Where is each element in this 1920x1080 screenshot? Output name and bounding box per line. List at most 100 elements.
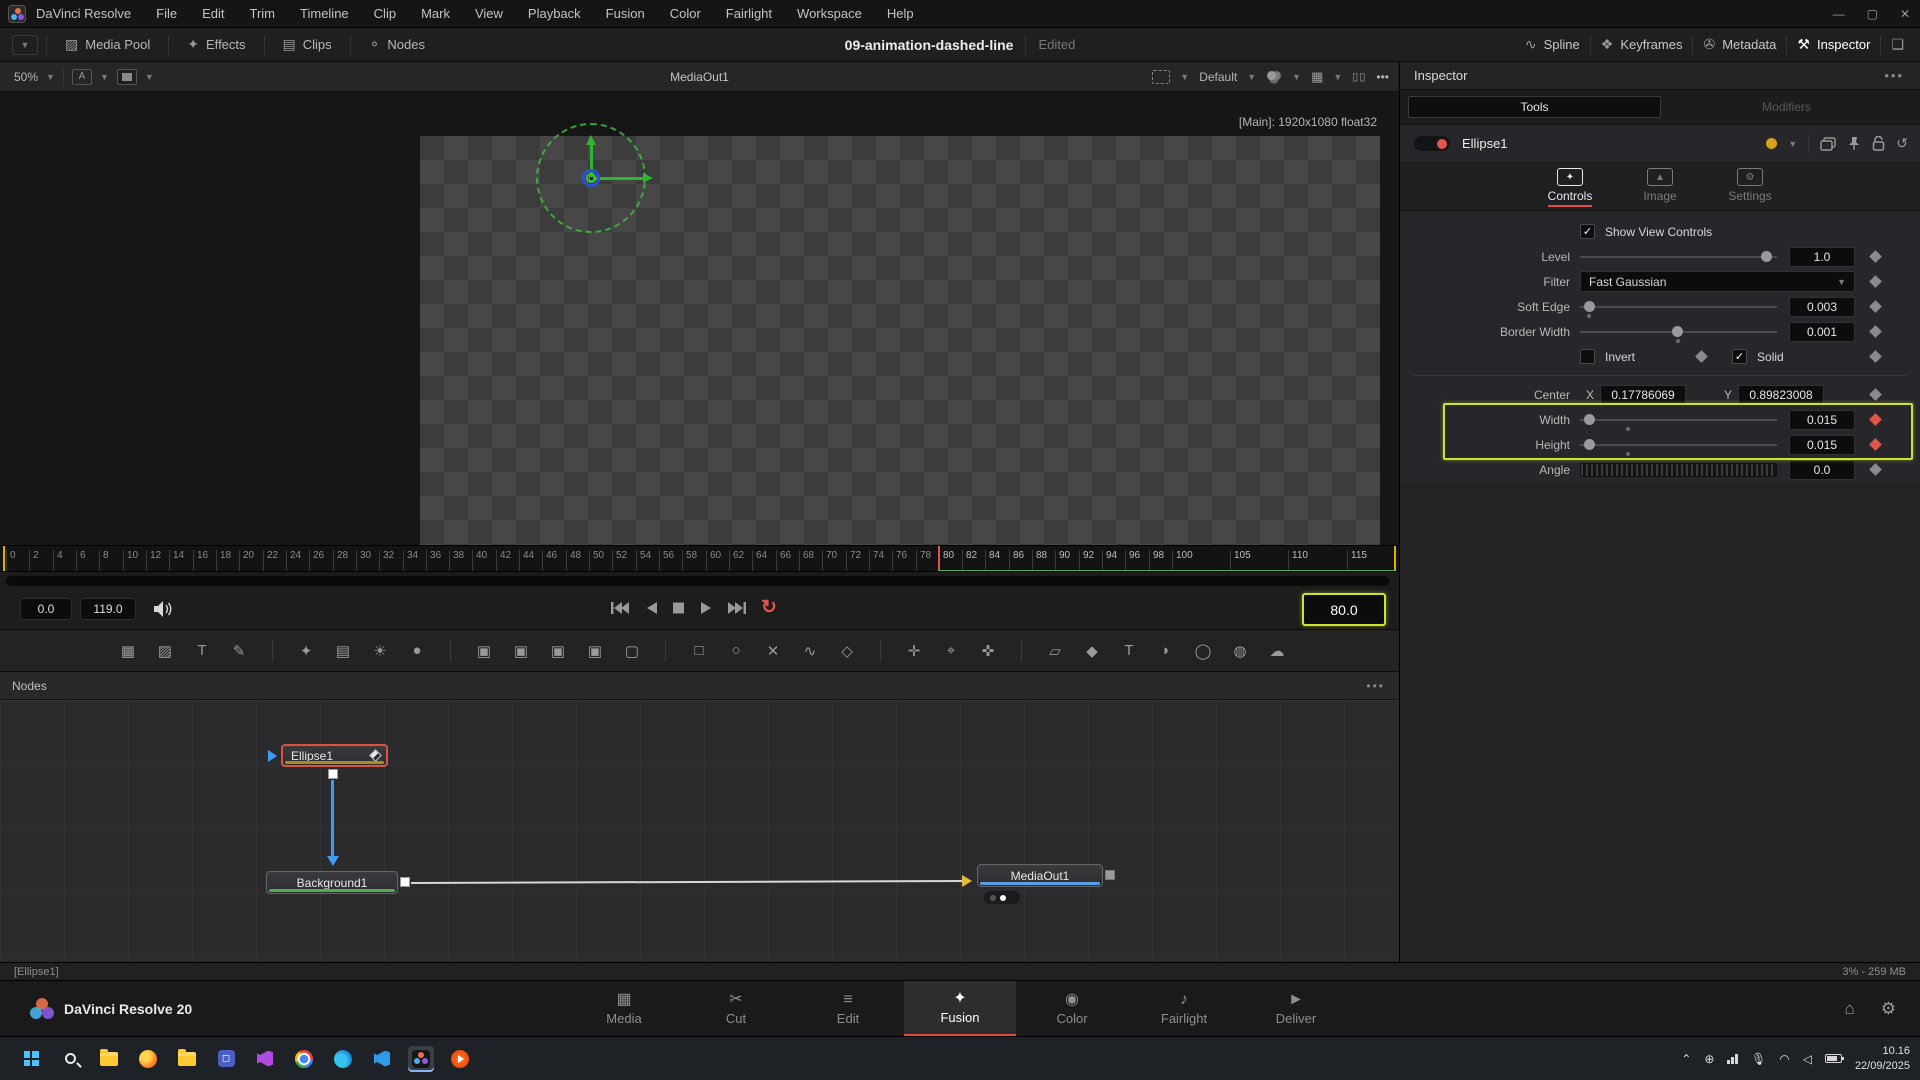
tool-icon[interactable]: ✜	[978, 642, 998, 660]
width-keyframe-icon[interactable]	[1869, 413, 1882, 426]
tool-icon[interactable]: T	[1119, 642, 1139, 659]
angle-thumbwheel[interactable]	[1580, 463, 1777, 477]
tool-icon[interactable]: ▣	[585, 642, 605, 660]
lut-select[interactable]: Default	[1199, 70, 1237, 84]
node-mediaout1[interactable]: MediaOut1	[977, 864, 1103, 887]
soft-edge-keyframe-icon[interactable]	[1869, 300, 1882, 313]
tool-icon[interactable]: ○	[726, 642, 746, 659]
menu-item[interactable]: Fairlight	[726, 6, 772, 21]
tool-icon[interactable]: ▣	[548, 642, 568, 660]
solid-checkbox[interactable]: ✓	[1732, 349, 1747, 364]
subtab-settings[interactable]: ⚙ Settings	[1718, 168, 1782, 210]
lock-icon[interactable]	[1872, 136, 1885, 151]
border-width-value-field[interactable]: 0.001	[1789, 322, 1855, 342]
show-view-controls-checkbox[interactable]: ✓	[1580, 224, 1595, 239]
clips-button[interactable]: ▤Clips	[273, 36, 342, 53]
tool-icon[interactable]: □	[689, 642, 709, 659]
page-tab-color[interactable]: ◉Color	[1016, 981, 1128, 1036]
go-to-last-frame-button[interactable]	[727, 600, 747, 616]
tool-icon[interactable]: ✦	[296, 642, 316, 660]
tool-icon[interactable]: T	[192, 642, 212, 659]
play-button[interactable]	[699, 600, 713, 616]
tab-tools[interactable]: Tools	[1408, 96, 1661, 118]
file-explorer-icon[interactable]	[96, 1046, 122, 1072]
page-tab-edit[interactable]: ≡Edit	[792, 981, 904, 1036]
nodes-panel-options-icon[interactable]: •••	[1366, 679, 1385, 693]
connection-background1-mediaout1[interactable]	[411, 880, 967, 884]
center-x-field[interactable]: 0.17786069	[1600, 385, 1686, 405]
chevron-down-icon[interactable]: ▼	[1788, 139, 1797, 149]
tool-icon[interactable]: ▦	[118, 642, 138, 660]
tool-icon[interactable]: ◇	[837, 642, 857, 660]
audio-mute-icon[interactable]	[152, 600, 172, 618]
tool-icon[interactable]: ✎	[229, 642, 249, 660]
metadata-button[interactable]: ✇Metadata	[1693, 36, 1786, 53]
close-icon[interactable]: ✕	[1900, 7, 1910, 21]
tray-mic-icon[interactable]: 🎙︎	[1751, 1052, 1766, 1066]
app-icon-colored[interactable]	[252, 1046, 278, 1072]
viewer-options-icon[interactable]: •••	[1376, 70, 1389, 84]
edge-icon[interactable]	[330, 1046, 356, 1072]
width-slider[interactable]	[1580, 419, 1777, 421]
minimize-icon[interactable]: —	[1833, 7, 1845, 21]
menu-item[interactable]: Trim	[250, 6, 276, 21]
width-value-field[interactable]: 0.015	[1789, 410, 1855, 430]
menu-item[interactable]: Clip	[374, 6, 396, 21]
tool-icon[interactable]: ∿	[800, 642, 820, 660]
tray-volume-icon[interactable]: ◁	[1803, 1052, 1812, 1066]
davinci-resolve-taskbar-icon[interactable]	[408, 1046, 434, 1072]
mediaout1-output-port[interactable]	[1105, 870, 1115, 880]
range-start-field[interactable]: 0.0	[20, 598, 72, 620]
inspector-options-icon[interactable]: •••	[1884, 68, 1904, 83]
menu-item[interactable]: View	[475, 6, 503, 21]
panel-expand-button[interactable]: ▼	[12, 35, 38, 55]
chrome-icon[interactable]	[291, 1046, 317, 1072]
tool-icon[interactable]: ☁	[1267, 642, 1287, 660]
mail-app-icon[interactable]: ◻	[213, 1046, 239, 1072]
node-enable-toggle[interactable]	[1414, 136, 1450, 151]
stop-button[interactable]	[672, 600, 685, 616]
chevron-down-icon[interactable]: ▼	[1180, 72, 1189, 82]
keyframes-button[interactable]: ❖Keyframes	[1591, 36, 1693, 53]
level-slider[interactable]	[1580, 256, 1777, 258]
media-player-icon[interactable]	[447, 1046, 473, 1072]
level-keyframe-icon[interactable]	[1869, 250, 1882, 263]
background1-output-port[interactable]	[400, 877, 410, 887]
level-value-field[interactable]: 1.0	[1789, 247, 1855, 267]
menu-item[interactable]: Timeline	[300, 6, 349, 21]
solid-keyframe-icon[interactable]	[1869, 350, 1882, 363]
vscode-icon[interactable]	[369, 1046, 395, 1072]
viewer-canvas[interactable]: [Main]: 1920x1080 float32	[0, 92, 1399, 545]
tool-icon[interactable]: ⌖	[941, 642, 961, 659]
tray-network-icon[interactable]: ⊕	[1704, 1052, 1714, 1066]
height-keyframe-icon[interactable]	[1869, 438, 1882, 451]
reset-icon[interactable]: ↺	[1896, 135, 1908, 152]
tool-icon[interactable]: ▣	[511, 642, 531, 660]
soft-edge-slider[interactable]	[1580, 306, 1777, 308]
tray-wifi-icon[interactable]: ◠	[1779, 1052, 1789, 1066]
invert-checkbox[interactable]	[1580, 349, 1595, 364]
timeline-ruler[interactable]: 0246810121416182022242628303234363840424…	[0, 545, 1399, 572]
center-keyframe-icon[interactable]	[1869, 388, 1882, 401]
filter-dropdown[interactable]: Fast Gaussian ▼	[1580, 271, 1855, 292]
node-background1[interactable]: Background1	[266, 871, 398, 894]
color-controls-icon[interactable]	[1266, 70, 1282, 84]
soft-edge-value-field[interactable]: 0.003	[1789, 297, 1855, 317]
node-ellipse1[interactable]: Ellipse1	[281, 744, 388, 767]
tray-signal-icon[interactable]	[1727, 1053, 1738, 1064]
menu-item[interactable]: Playback	[528, 6, 581, 21]
versions-icon[interactable]	[1820, 137, 1836, 151]
ellipse1-output-port[interactable]	[328, 769, 338, 779]
playhead-marker[interactable]	[938, 546, 940, 572]
region-select-icon[interactable]	[1152, 70, 1170, 84]
page-tab-media[interactable]: ▦Media	[568, 981, 680, 1036]
home-icon[interactable]: ⌂	[1844, 999, 1854, 1019]
tool-icon[interactable]: ◗	[1156, 642, 1176, 659]
tool-icon[interactable]: ◯	[1193, 642, 1213, 660]
tool-icon[interactable]: ◍	[1230, 642, 1250, 660]
tool-icon[interactable]: ▢	[622, 642, 642, 660]
subtab-controls[interactable]: ✦ Controls	[1538, 168, 1602, 210]
menu-item[interactable]: Fusion	[606, 6, 645, 21]
gear-icon[interactable]: ⚙	[1881, 999, 1896, 1019]
chevron-down-icon[interactable]: ▼	[1292, 72, 1301, 82]
